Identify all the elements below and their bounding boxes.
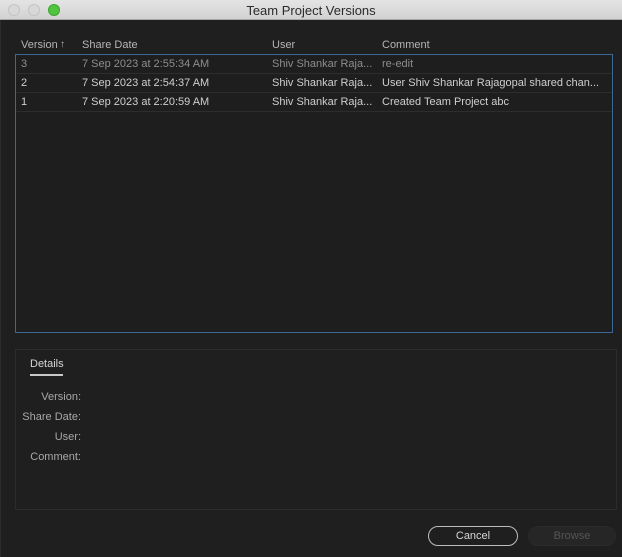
tab-details[interactable]: Details: [30, 358, 64, 376]
detail-label-comment: Comment:: [30, 451, 81, 463]
cell-version: 3: [21, 58, 28, 70]
table-row[interactable]: 2 7 Sep 2023 at 2:54:37 AM Shiv Shankar …: [16, 74, 612, 93]
detail-label-user: User:: [54, 431, 81, 443]
cell-user: Shiv Shankar Raja...: [272, 77, 373, 89]
cell-user: Shiv Shankar Raja...: [272, 58, 373, 70]
table-row[interactable]: 1 7 Sep 2023 at 2:20:59 AM Shiv Shankar …: [16, 93, 612, 112]
cell-share-date: 7 Sep 2023 at 2:20:59 AM: [82, 96, 210, 108]
title-bar: Team Project Versions: [0, 0, 622, 20]
cancel-button[interactable]: Cancel: [428, 526, 518, 546]
table-row[interactable]: 3 7 Sep 2023 at 2:55:34 AM Shiv Shankar …: [16, 55, 612, 74]
dialog-body: Version ↑ Share Date User Comment 3 7 Se…: [0, 20, 622, 557]
column-header-version[interactable]: Version: [21, 39, 58, 51]
sort-ascending-icon: ↑: [60, 39, 65, 50]
cell-version: 1: [21, 96, 28, 108]
cell-comment: Created Team Project abc: [382, 96, 509, 108]
column-header-comment[interactable]: Comment: [382, 39, 430, 51]
versions-table[interactable]: 3 7 Sep 2023 at 2:55:34 AM Shiv Shankar …: [15, 54, 613, 333]
cell-user: Shiv Shankar Raja...: [272, 96, 373, 108]
column-header-user[interactable]: User: [272, 39, 295, 51]
cell-share-date: 7 Sep 2023 at 2:54:37 AM: [82, 77, 210, 89]
cell-comment: re-edit: [382, 58, 414, 70]
details-panel: Details Version: Share Date: User: Comme…: [15, 349, 617, 510]
cell-share-date: 7 Sep 2023 at 2:55:34 AM: [82, 58, 210, 70]
browse-button[interactable]: Browse: [528, 526, 616, 546]
window-title: Team Project Versions: [246, 3, 376, 18]
cell-comment: User Shiv Shankar Rajagopal shared chan.…: [382, 77, 600, 89]
column-header-share-date[interactable]: Share Date: [82, 39, 138, 51]
table-header: Version ↑ Share Date User Comment: [1, 39, 622, 53]
detail-label-version: Version:: [41, 391, 81, 403]
cell-version: 2: [21, 77, 28, 89]
detail-label-share-date: Share Date:: [22, 411, 81, 423]
